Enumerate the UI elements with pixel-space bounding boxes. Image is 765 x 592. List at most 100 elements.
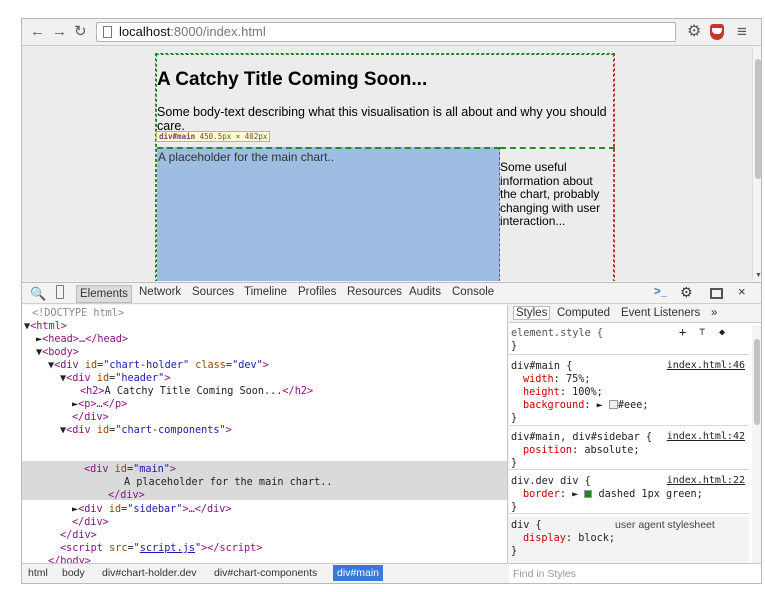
- close-devtools-icon[interactable]: ×: [738, 284, 746, 299]
- decl-border: border: ► dashed 1px green;: [523, 489, 703, 500]
- dom-h2[interactable]: <h2>A Catchy Title Coming Soon...</h2>: [80, 385, 313, 398]
- crumb-html[interactable]: html: [28, 567, 48, 579]
- main-chart-area: A placeholder for the main chart..: [157, 147, 500, 281]
- find-in-styles-input[interactable]: Find in Styles: [509, 563, 761, 583]
- page-scrollbar-thumb[interactable]: [755, 59, 761, 179]
- forward-arrow-icon[interactable]: →: [52, 23, 67, 41]
- decl-value: 75%;: [565, 374, 591, 385]
- crumb-body[interactable]: body: [62, 567, 85, 579]
- crumb-chart-components[interactable]: div#chart-components: [214, 567, 317, 579]
- breadcrumb: html body div#chart-holder.dev div#chart…: [22, 563, 508, 583]
- dom-p[interactable]: ►<p>…</p>: [72, 398, 127, 411]
- rule-element-style[interactable]: element.style { + ⊤ ◆ }: [509, 325, 749, 355]
- dom-body-close: </body>: [48, 556, 91, 563]
- dom-script-src-link[interactable]: script.js: [140, 543, 195, 554]
- color-swatch-green[interactable]: [584, 490, 593, 498]
- tooltip-width: 450.5: [199, 132, 223, 141]
- search-icon[interactable]: 🔍: [30, 286, 46, 302]
- dom-html-open[interactable]: ▼<html>: [24, 320, 67, 333]
- rule-source-link[interactable]: index.html:22: [667, 475, 745, 486]
- tab-event-listeners[interactable]: Event Listeners: [621, 307, 700, 319]
- decl-background: background: ► #eee;: [523, 400, 649, 411]
- styles-scrollbar[interactable]: [752, 325, 761, 563]
- rule-close-brace: }: [511, 502, 518, 513]
- tab-styles[interactable]: Styles: [513, 306, 551, 320]
- color-swatch-eee[interactable]: [608, 400, 618, 409]
- dom-chart-holder-class: "dev": [232, 360, 263, 371]
- decl-value: dashed 1px green;: [598, 489, 703, 500]
- dom-sidebar-id: "sidebar": [127, 504, 183, 515]
- device-mode-icon[interactable]: [56, 285, 64, 299]
- dom-body-open[interactable]: ▼<body>: [36, 346, 79, 359]
- dom-main-open[interactable]: <div id="main">: [84, 463, 176, 476]
- decl-value: 100%;: [572, 387, 603, 398]
- decl-value: absolute;: [584, 445, 640, 456]
- rule-selector: element.style {: [511, 328, 604, 339]
- rule-div-ua[interactable]: div { user agent stylesheet display: blo…: [509, 517, 749, 563]
- menu-hamburger-icon[interactable]: ≡: [737, 23, 747, 41]
- rule-div-main[interactable]: div#main { index.html:46 width: 75%; hei…: [509, 358, 749, 426]
- rule-close-brace: }: [511, 341, 518, 352]
- tooltip-unit-2: px: [258, 132, 268, 141]
- extension-gear-icon[interactable]: ⚙: [687, 23, 701, 41]
- rule-div-dev-div[interactable]: div.dev div { index.html:22 border: ► da…: [509, 473, 749, 514]
- crumb-chart-holder[interactable]: div#chart-holder.dev: [102, 567, 197, 579]
- rule-selector: div {: [511, 520, 542, 531]
- browser-window: ← → ↻ localhost:8000/index.html ⚙ ≡ A Ca…: [21, 18, 762, 584]
- tab-network[interactable]: Network: [139, 286, 181, 298]
- rule-selector: div#main, div#sidebar {: [511, 432, 653, 443]
- dom-chart-components[interactable]: ▼<div id="chart-components">: [60, 424, 232, 437]
- devtools-settings-icon[interactable]: ⚙: [680, 284, 693, 301]
- address-bar[interactable]: localhost:8000/index.html: [96, 22, 676, 42]
- tab-elements[interactable]: Elements: [76, 285, 132, 303]
- rule-source-link[interactable]: index.html:46: [667, 360, 745, 371]
- tab-computed[interactable]: Computed: [557, 307, 610, 319]
- styles-scrollbar-thumb[interactable]: [754, 339, 760, 425]
- color-format-icon[interactable]: ◆: [719, 326, 725, 339]
- tab-profiles[interactable]: Profiles: [298, 286, 336, 298]
- toggle-state-icon[interactable]: ⊤: [699, 326, 705, 339]
- rule-source-link[interactable]: index.html:42: [667, 431, 745, 442]
- decl-prop: height: [523, 387, 560, 398]
- page-icon: [103, 26, 112, 38]
- reload-icon[interactable]: ↻: [74, 23, 87, 41]
- dom-main-text: A placeholder for the main chart..: [124, 477, 333, 488]
- decl-width: width: 75%;: [523, 374, 591, 385]
- dom-h2-text: A Catchy Title Coming Soon...: [104, 386, 283, 397]
- page-scrollbar[interactable]: ▼: [752, 47, 761, 281]
- tab-sources[interactable]: Sources: [192, 286, 234, 298]
- dom-chart-components-id: "chart-components": [115, 425, 226, 436]
- dom-header[interactable]: ▼<div id="header">: [60, 372, 170, 385]
- dom-head[interactable]: ►<head>…</head>: [36, 333, 128, 346]
- decl-height: height: 100%;: [523, 387, 603, 398]
- tab-overflow[interactable]: »: [711, 307, 717, 319]
- elements-panel[interactable]: <!DOCTYPE html> ▼<html> ►<head>…</head> …: [22, 305, 508, 563]
- decl-prop: border: [523, 489, 560, 500]
- dom-html-tag: <html>: [30, 321, 67, 332]
- console-drawer-icon[interactable]: >_: [654, 286, 667, 298]
- rule-div-main-sidebar[interactable]: div#main, div#sidebar { index.html:42 po…: [509, 429, 749, 470]
- styles-pane: Styles Computed Event Listeners » elemen…: [509, 305, 761, 563]
- dom-chart-holder-close: </div>: [60, 530, 97, 541]
- new-rule-icon[interactable]: +: [679, 326, 686, 339]
- inspect-tooltip: div#main 450.5px × 402px: [156, 131, 271, 142]
- scroll-down-icon[interactable]: ▼: [755, 272, 761, 279]
- dom-main-close: </div>: [108, 490, 145, 501]
- sidebar-panel: Some useful information about the chart,…: [500, 147, 615, 281]
- dock-side-icon[interactable]: [710, 288, 723, 299]
- dom-chart-holder[interactable]: ▼<div id="chart-holder" class="dev">: [48, 359, 269, 372]
- tab-timeline[interactable]: Timeline: [244, 286, 287, 298]
- back-arrow-icon[interactable]: ←: [30, 23, 45, 41]
- decl-prop: width: [523, 374, 554, 385]
- styles-tabbar: Styles Computed Event Listeners »: [509, 305, 761, 323]
- dom-sidebar[interactable]: ►<div id="sidebar">…</div>: [72, 503, 232, 516]
- ublock-shield-icon[interactable]: [710, 24, 724, 40]
- dom-doctype: <!DOCTYPE html>: [32, 308, 125, 319]
- decl-position: position: absolute;: [523, 445, 640, 456]
- tab-resources[interactable]: Resources: [347, 286, 402, 298]
- rule-close-brace: }: [511, 546, 518, 557]
- crumb-main[interactable]: div#main: [333, 565, 384, 581]
- tab-console[interactable]: Console: [452, 286, 494, 298]
- dom-script[interactable]: <script src="script.js"></script>: [60, 542, 262, 555]
- tab-audits[interactable]: Audits: [409, 286, 441, 298]
